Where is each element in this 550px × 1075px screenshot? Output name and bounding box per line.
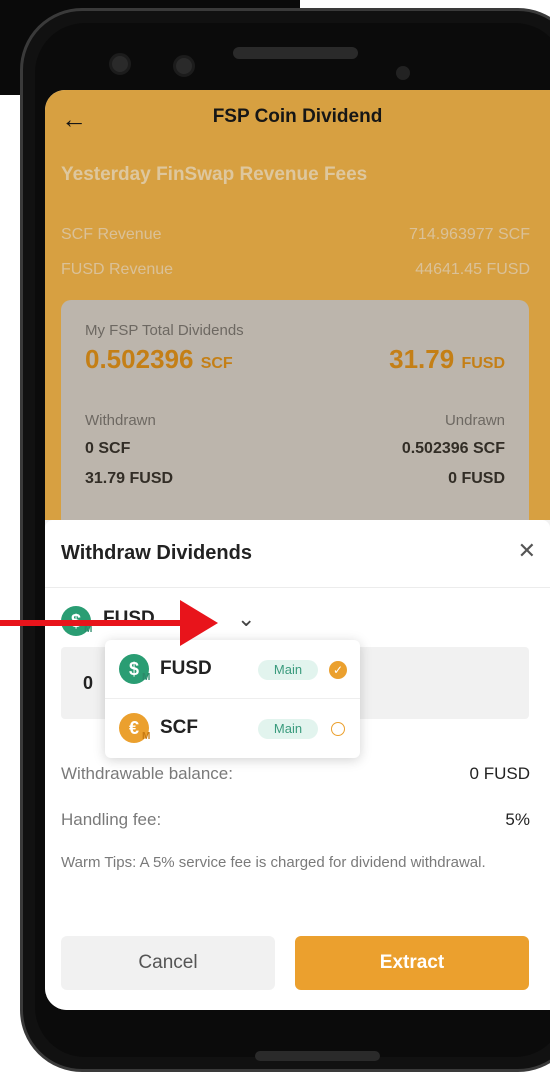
withdrawable-row: Withdrawable balance: 0 FUSD: [61, 764, 530, 784]
earpiece-speaker: [233, 47, 358, 59]
home-indicator: [255, 1051, 380, 1061]
close-icon[interactable]: ✕: [518, 538, 536, 564]
sheet-title: Withdraw Dividends: [61, 542, 252, 564]
dropdown-item-name: FUSD: [160, 658, 212, 679]
annotation-arrow-shaft: [0, 620, 188, 626]
radio-unselected-icon: [331, 722, 345, 736]
coin-dropdown: $ M FUSD Main ✓ € M SCF Main: [105, 640, 360, 758]
fee-value: 5%: [505, 810, 530, 829]
withdrawable-label: Withdrawable balance:: [61, 764, 233, 783]
extract-button[interactable]: Extract: [295, 936, 529, 990]
coin-sub-letter: M: [142, 672, 151, 683]
front-camera-right: [173, 55, 195, 77]
amount-input-value: 0: [83, 673, 94, 693]
annotation-arrow-icon: [180, 600, 218, 646]
dropdown-item-name: SCF: [160, 717, 198, 738]
dropdown-item-scf[interactable]: € M SCF Main: [105, 699, 360, 757]
chevron-down-icon[interactable]: ⌄: [237, 606, 255, 632]
main-badge: Main: [258, 660, 318, 680]
selected-coin-label: FUSD: [103, 608, 155, 629]
cancel-button[interactable]: Cancel: [61, 936, 275, 990]
withdraw-sheet: Withdraw Dividends ✕ $ M FUSD ⌄ 0 Withdr…: [45, 520, 550, 1010]
withdrawable-value: 0 FUSD: [469, 764, 530, 783]
modal-scrim[interactable]: [45, 90, 550, 520]
warm-tips: Warm Tips: A 5% service fee is charged f…: [61, 854, 486, 871]
coin-sub-letter: M: [142, 731, 151, 742]
app-screen: ← FSP Coin Dividend Yesterday FinSwap Re…: [45, 90, 550, 1010]
sheet-divider: [45, 587, 550, 588]
fee-row: Handling fee: 5%: [61, 810, 530, 830]
proximity-sensor: [396, 66, 410, 80]
screenshot: ← FSP Coin Dividend Yesterday FinSwap Re…: [0, 0, 550, 1075]
check-circle-icon: ✓: [329, 661, 347, 679]
front-camera-left: [109, 53, 131, 75]
fee-label: Handling fee:: [61, 810, 162, 829]
main-badge: Main: [258, 719, 318, 739]
dropdown-item-fusd[interactable]: $ M FUSD Main ✓: [105, 640, 360, 698]
